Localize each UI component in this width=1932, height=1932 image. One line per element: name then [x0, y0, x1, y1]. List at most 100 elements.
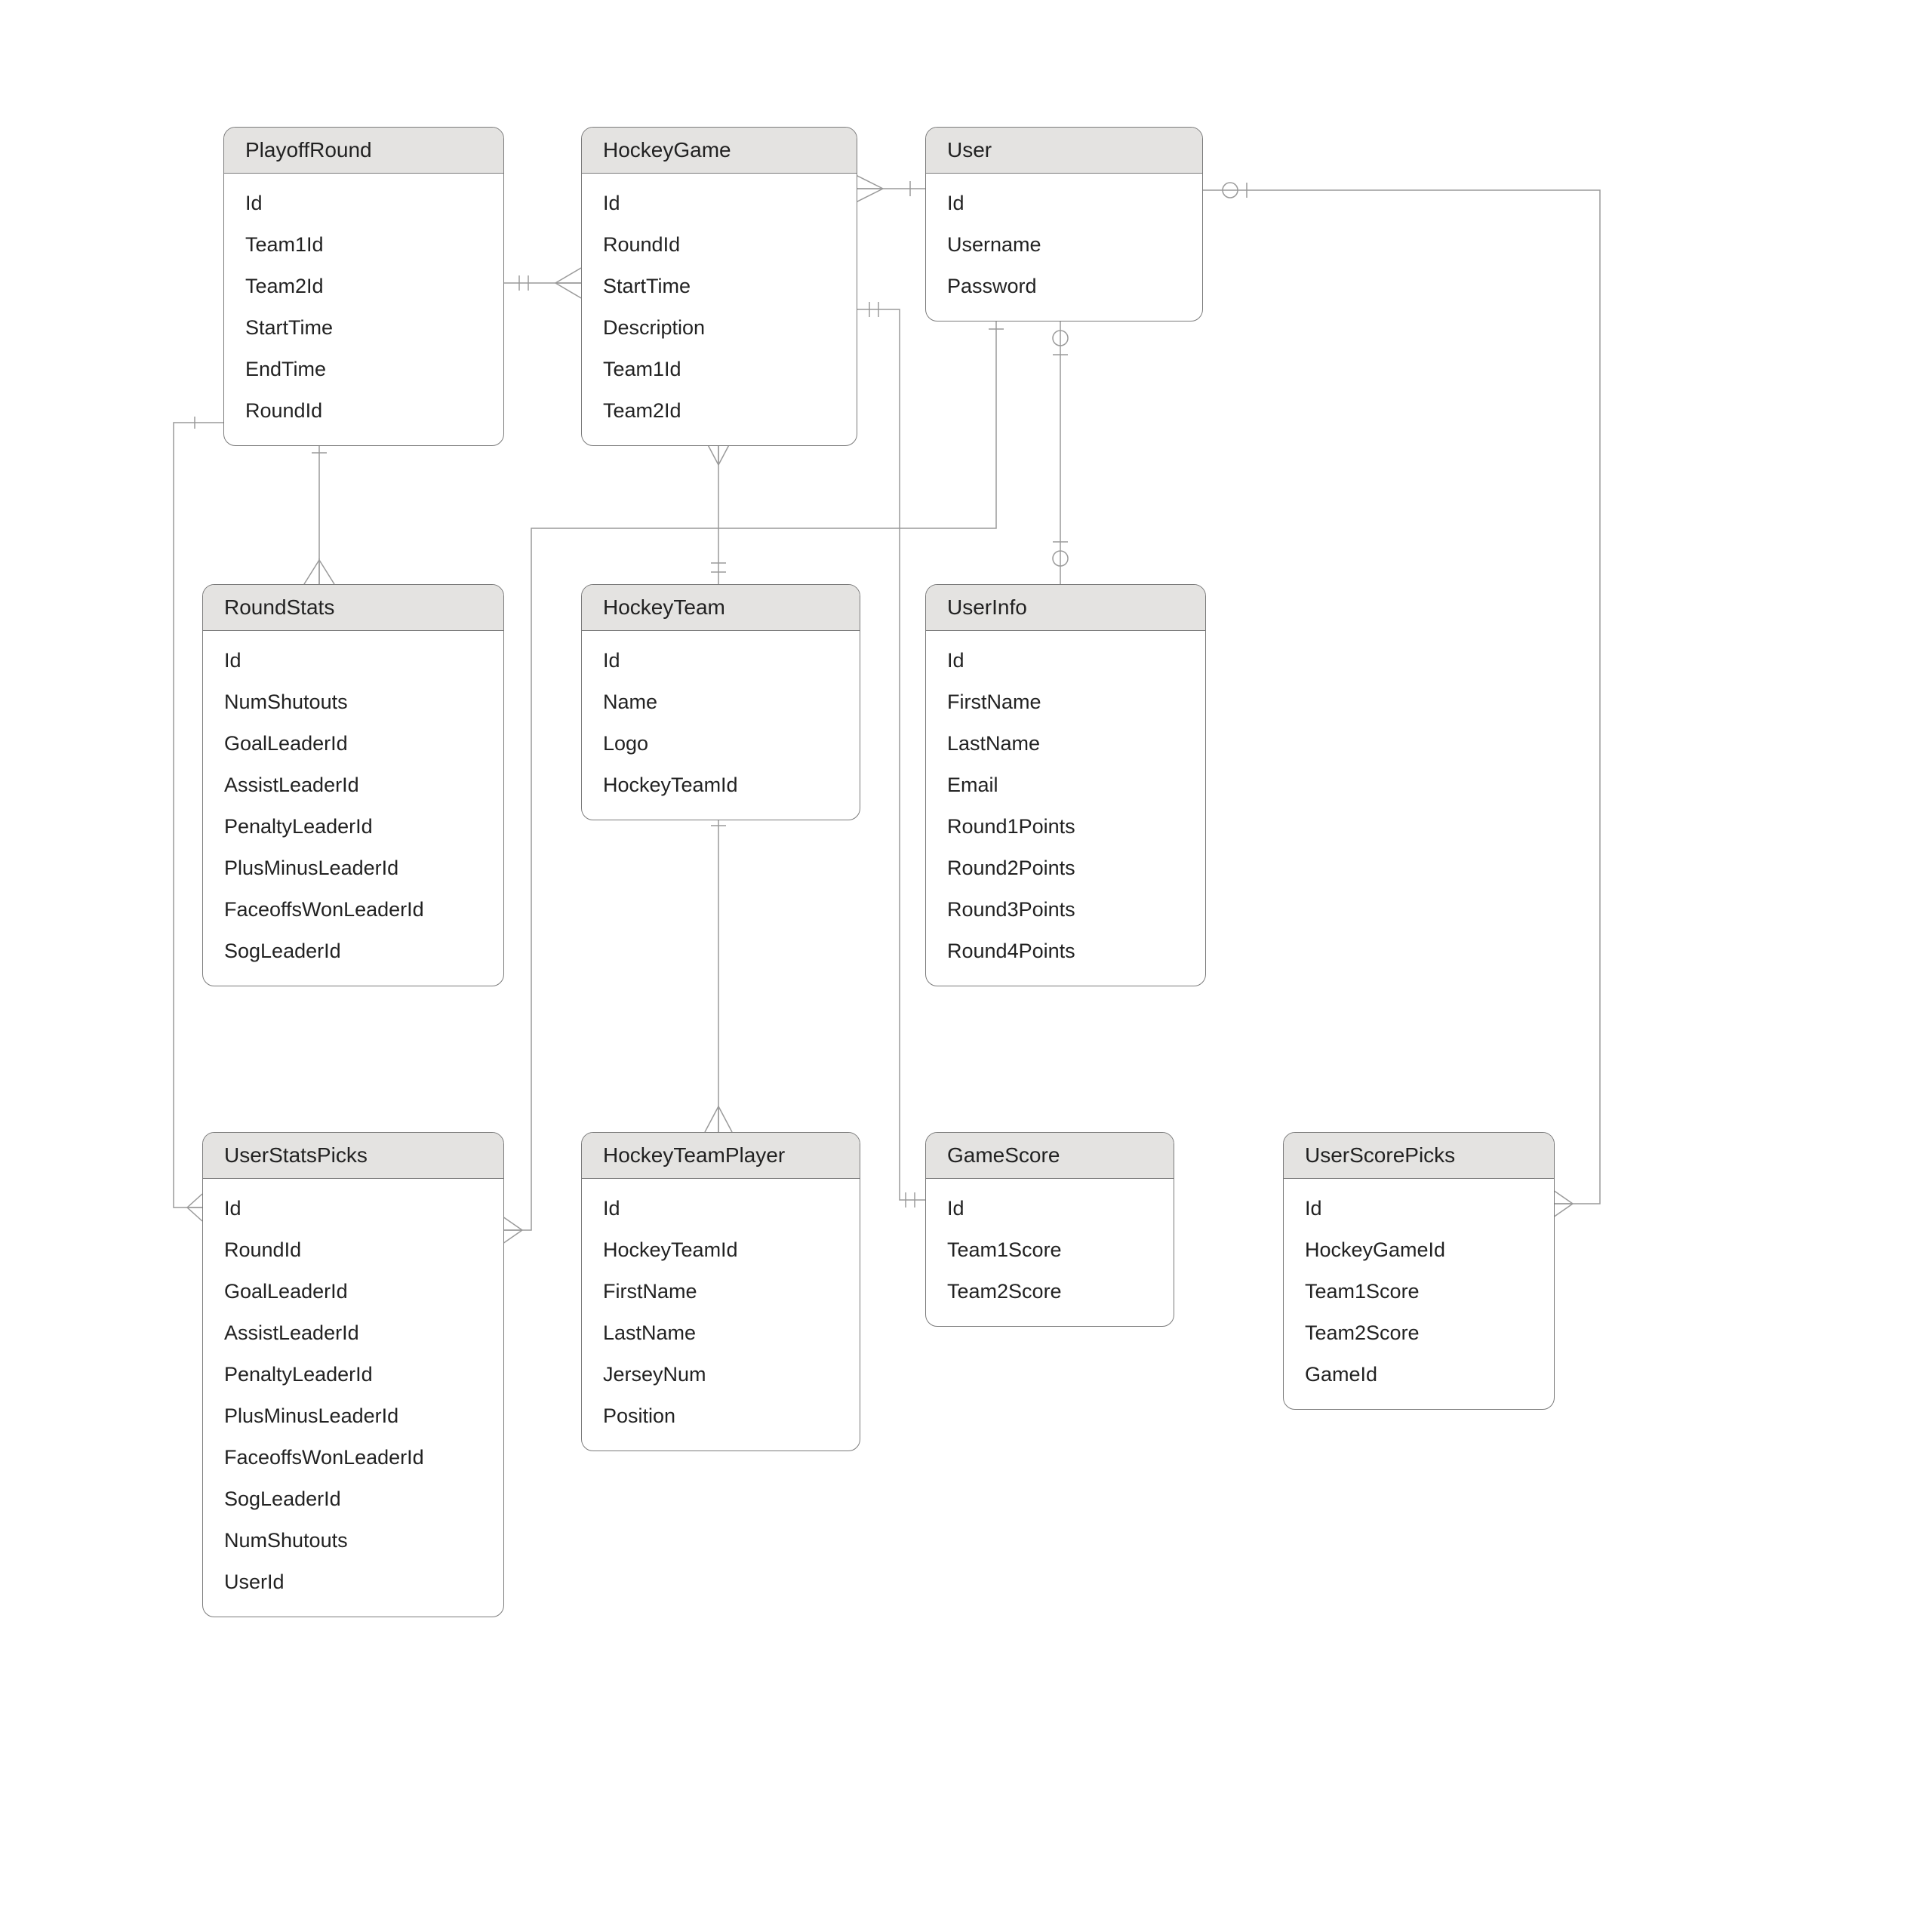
- field-label: Team1Id: [224, 224, 503, 266]
- field-label: Id: [926, 183, 1202, 224]
- entity-title: HockeyTeam: [582, 585, 860, 631]
- entity-hockeygame: HockeyGame Id RoundId StartTime Descript…: [581, 127, 857, 446]
- field-label: Round1Points: [926, 806, 1205, 848]
- entity-title-text: GameScore: [947, 1143, 1060, 1167]
- field-label: Id: [1284, 1188, 1554, 1229]
- field-label: Team2Id: [582, 390, 857, 432]
- entity-title-text: PlayoffRound: [245, 138, 372, 162]
- entity-userscorepicks: UserScorePicks Id HockeyGameId Team1Scor…: [1283, 1132, 1555, 1410]
- field-label: HockeyTeamId: [582, 1229, 860, 1271]
- field-label: Team1Score: [1284, 1271, 1554, 1312]
- field-label: RoundId: [582, 224, 857, 266]
- entity-title-text: UserStatsPicks: [224, 1143, 368, 1167]
- field-label: Logo: [582, 723, 860, 764]
- entity-fields: Id RoundId StartTime Description Team1Id…: [582, 174, 857, 445]
- entity-fields: Id HockeyGameId Team1Score Team2Score Ga…: [1284, 1179, 1554, 1409]
- entity-title: User: [926, 128, 1202, 174]
- field-label: Id: [203, 1188, 503, 1229]
- entity-fields: Id NumShutouts GoalLeaderId AssistLeader…: [203, 631, 503, 986]
- field-label: SogLeaderId: [203, 1478, 503, 1520]
- entity-user: User Id Username Password: [925, 127, 1203, 321]
- field-label: HockeyGameId: [1284, 1229, 1554, 1271]
- field-label: Username: [926, 224, 1202, 266]
- field-label: FirstName: [926, 681, 1205, 723]
- entity-title: HockeyGame: [582, 128, 857, 174]
- field-label: Team2Score: [1284, 1312, 1554, 1354]
- field-label: NumShutouts: [203, 681, 503, 723]
- entity-fields: Id Username Password: [926, 174, 1202, 321]
- field-label: PenaltyLeaderId: [203, 1354, 503, 1395]
- field-label: Round2Points: [926, 848, 1205, 889]
- field-label: StartTime: [224, 307, 503, 349]
- entity-title: RoundStats: [203, 585, 503, 631]
- entity-fields: Id RoundId GoalLeaderId AssistLeaderId P…: [203, 1179, 503, 1617]
- entity-fields: Id Team1Id Team2Id StartTime EndTime Rou…: [224, 174, 503, 445]
- field-label: GoalLeaderId: [203, 1271, 503, 1312]
- field-label: LastName: [582, 1312, 860, 1354]
- field-label: Id: [582, 640, 860, 681]
- entity-fields: Id FirstName LastName Email Round1Points…: [926, 631, 1205, 986]
- entity-roundstats: RoundStats Id NumShutouts GoalLeaderId A…: [202, 584, 504, 986]
- field-label: PlusMinusLeaderId: [203, 848, 503, 889]
- field-label: RoundId: [203, 1229, 503, 1271]
- entity-hockeyteamplayer: HockeyTeamPlayer Id HockeyTeamId FirstNa…: [581, 1132, 860, 1451]
- field-label: JerseyNum: [582, 1354, 860, 1395]
- field-label: Id: [224, 183, 503, 224]
- field-label: NumShutouts: [203, 1520, 503, 1561]
- field-label: Name: [582, 681, 860, 723]
- field-label: StartTime: [582, 266, 857, 307]
- field-label: HockeyTeamId: [582, 764, 860, 806]
- field-label: PenaltyLeaderId: [203, 806, 503, 848]
- field-label: Position: [582, 1395, 860, 1437]
- field-label: Id: [582, 1188, 860, 1229]
- field-label: FirstName: [582, 1271, 860, 1312]
- field-label: Team2Id: [224, 266, 503, 307]
- field-label: AssistLeaderId: [203, 764, 503, 806]
- field-label: LastName: [926, 723, 1205, 764]
- entity-title: UserInfo: [926, 585, 1205, 631]
- field-label: AssistLeaderId: [203, 1312, 503, 1354]
- entity-fields: Id HockeyTeamId FirstName LastName Jerse…: [582, 1179, 860, 1451]
- field-label: FaceoffsWonLeaderId: [203, 889, 503, 931]
- entity-title-text: HockeyGame: [603, 138, 731, 162]
- field-label: SogLeaderId: [203, 931, 503, 972]
- entity-title: PlayoffRound: [224, 128, 503, 174]
- field-label: Round3Points: [926, 889, 1205, 931]
- entity-title: HockeyTeamPlayer: [582, 1133, 860, 1179]
- field-label: UserId: [203, 1561, 503, 1603]
- field-label: Id: [203, 640, 503, 681]
- entity-title-text: UserInfo: [947, 595, 1027, 619]
- field-label: Id: [926, 1188, 1174, 1229]
- field-label: Team2Score: [926, 1271, 1174, 1312]
- entity-fields: Id Name Logo HockeyTeamId: [582, 631, 860, 820]
- field-label: PlusMinusLeaderId: [203, 1395, 503, 1437]
- field-label: GoalLeaderId: [203, 723, 503, 764]
- er-diagram-canvas: PlayoffRound Id Team1Id Team2Id StartTim…: [0, 0, 1932, 1932]
- field-label: FaceoffsWonLeaderId: [203, 1437, 503, 1478]
- entity-title-text: HockeyTeam: [603, 595, 725, 619]
- field-label: EndTime: [224, 349, 503, 390]
- field-label: RoundId: [224, 390, 503, 432]
- entity-title: GameScore: [926, 1133, 1174, 1179]
- field-label: Id: [582, 183, 857, 224]
- entity-title-text: UserScorePicks: [1305, 1143, 1455, 1167]
- entity-title-text: User: [947, 138, 992, 162]
- entity-userinfo: UserInfo Id FirstName LastName Email Rou…: [925, 584, 1206, 986]
- field-label: Password: [926, 266, 1202, 307]
- entity-fields: Id Team1Score Team2Score: [926, 1179, 1174, 1326]
- entity-userstatspicks: UserStatsPicks Id RoundId GoalLeaderId A…: [202, 1132, 504, 1617]
- field-label: Id: [926, 640, 1205, 681]
- field-label: Email: [926, 764, 1205, 806]
- field-label: Team1Score: [926, 1229, 1174, 1271]
- entity-title: UserStatsPicks: [203, 1133, 503, 1179]
- field-label: GameId: [1284, 1354, 1554, 1395]
- field-label: Team1Id: [582, 349, 857, 390]
- field-label: Round4Points: [926, 931, 1205, 972]
- field-label: Description: [582, 307, 857, 349]
- entity-title-text: HockeyTeamPlayer: [603, 1143, 785, 1167]
- entity-title: UserScorePicks: [1284, 1133, 1554, 1179]
- entity-gamescore: GameScore Id Team1Score Team2Score: [925, 1132, 1174, 1327]
- entity-playoffround: PlayoffRound Id Team1Id Team2Id StartTim…: [223, 127, 504, 446]
- entity-hockeyteam: HockeyTeam Id Name Logo HockeyTeamId: [581, 584, 860, 820]
- entity-title-text: RoundStats: [224, 595, 334, 619]
